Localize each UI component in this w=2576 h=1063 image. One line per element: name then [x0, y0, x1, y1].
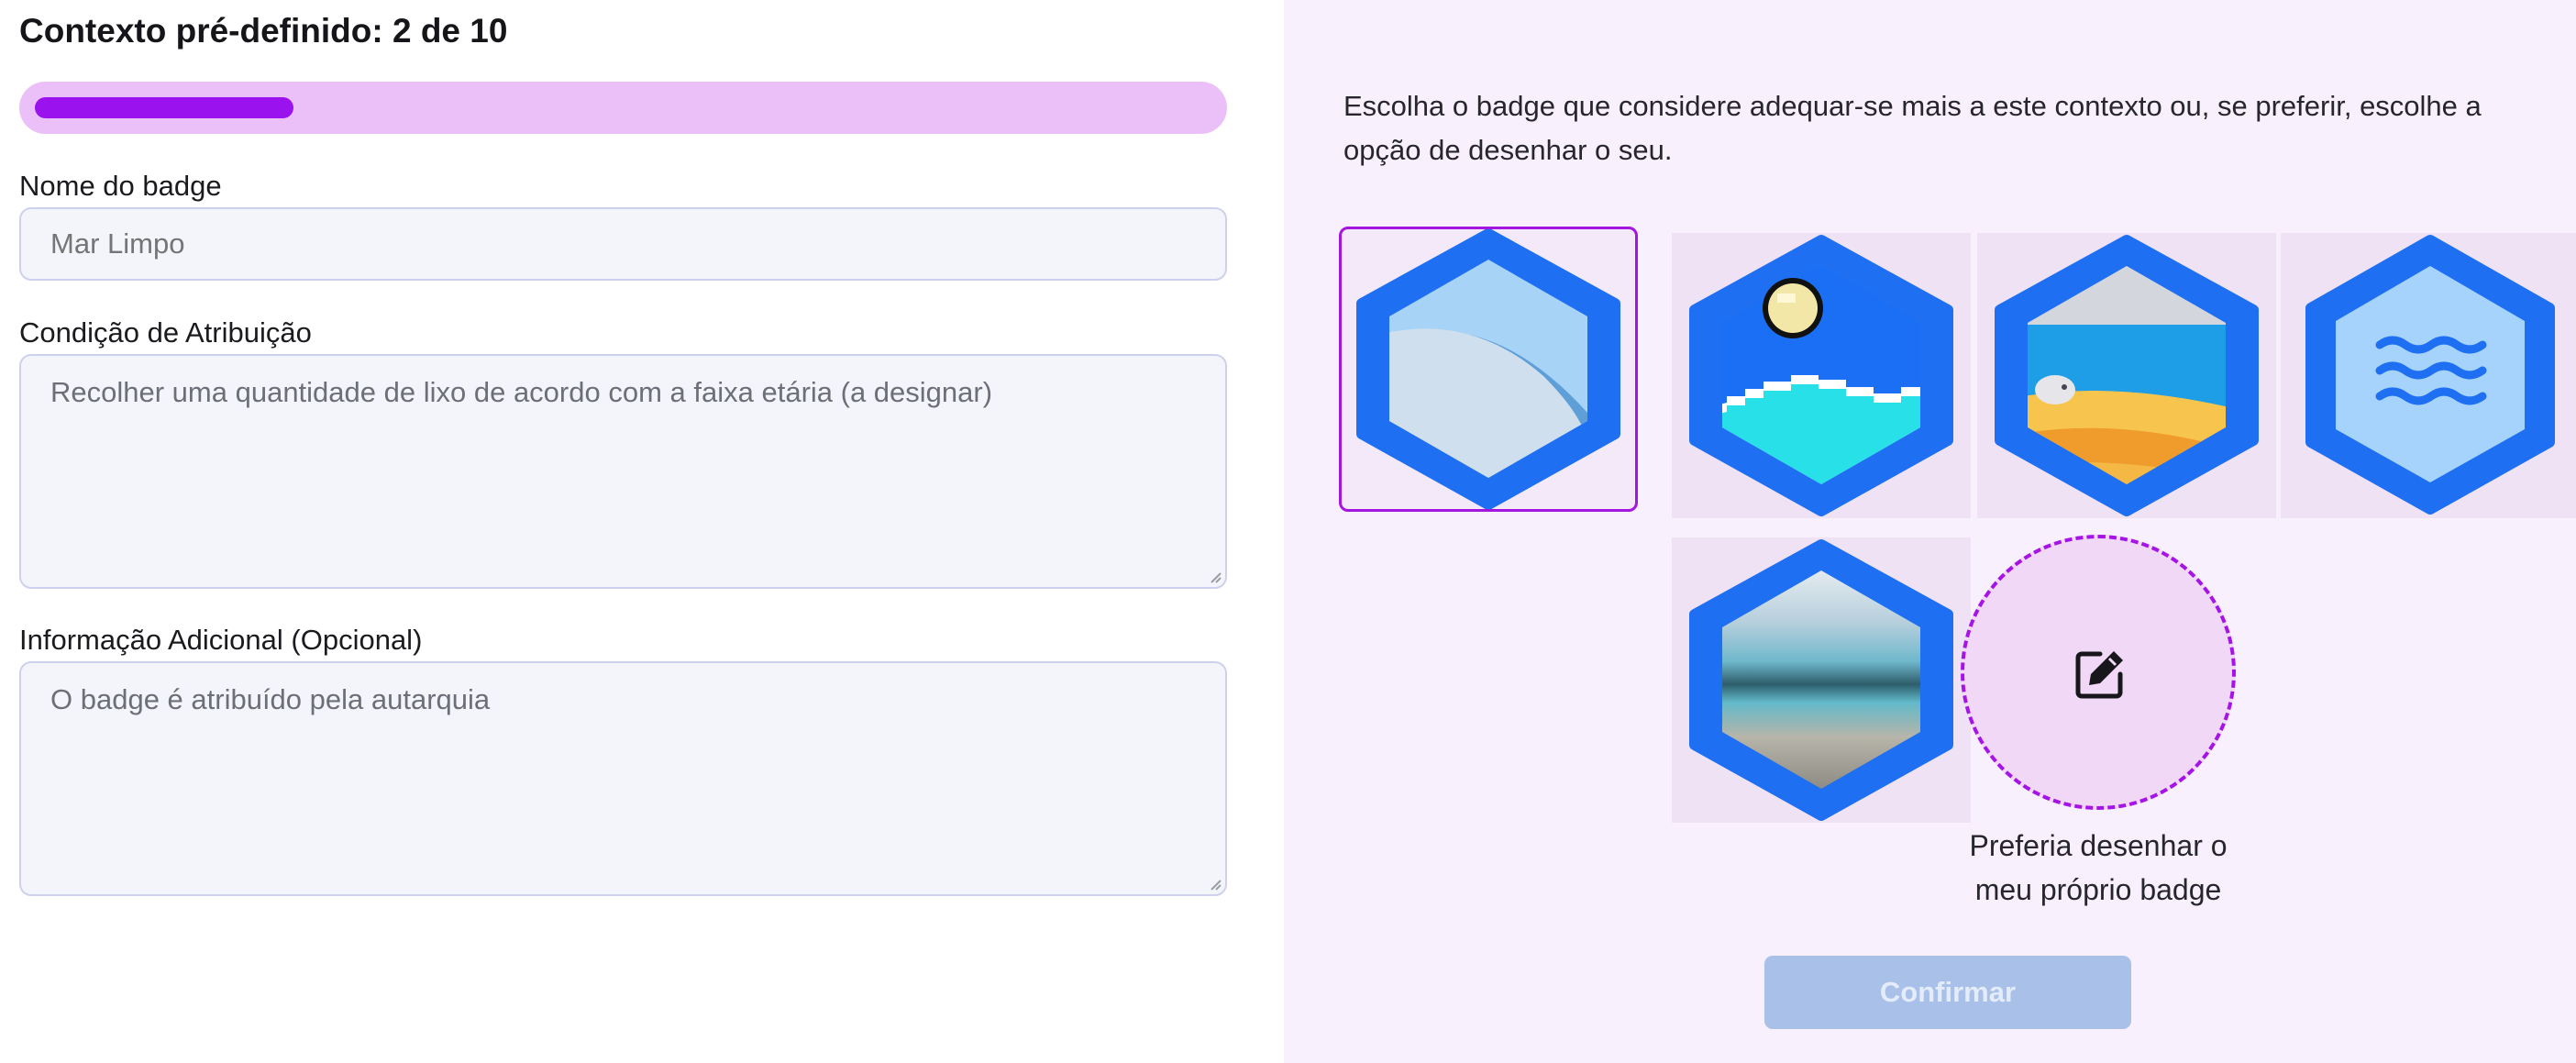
draw-own-caption: Preferia desenhar o meu próprio badge: [1926, 824, 2271, 912]
additional-info-textarea[interactable]: O badge é atribuído pela autarquia: [19, 661, 1227, 896]
badge-option-2[interactable]: [1672, 233, 1971, 518]
wave-curve-badge-icon: [1356, 229, 1620, 509]
condition-textarea[interactable]: Recolher uma quantidade de lixo de acord…: [19, 354, 1227, 589]
pixel-sun-sea-badge-icon: [1689, 235, 1953, 516]
badge-name-label: Nome do badge: [19, 170, 222, 202]
badge-name-input[interactable]: [19, 207, 1227, 281]
draw-own-badge-button[interactable]: [1961, 535, 2236, 810]
confirm-button[interactable]: Confirmar: [1764, 956, 2131, 1029]
water-waves-badge-icon: [2305, 235, 2555, 515]
additional-info-placeholder: O badge é atribuído pela autarquia: [50, 683, 491, 715]
blurred-beach-badge-icon: [1689, 539, 1953, 821]
progress-bar-fill: [35, 97, 293, 118]
resize-handle-icon[interactable]: [1207, 569, 1222, 583]
badge-option-5[interactable]: [1672, 537, 1971, 823]
beach-fish-badge-icon: [1995, 235, 2259, 516]
draw-own-caption-line2: meu próprio badge: [1974, 873, 2222, 906]
edit-icon: [2075, 651, 2123, 699]
condition-placeholder: Recolher uma quantidade de lixo de acord…: [50, 376, 993, 408]
additional-info-label: Informação Adicional (Opcional): [19, 624, 423, 656]
progress-bar: [19, 82, 1227, 134]
condition-label: Condição de Atribuição: [19, 316, 312, 349]
badge-option-3[interactable]: [1977, 233, 2276, 518]
draw-own-caption-line1: Preferia desenhar o: [1969, 829, 2228, 862]
badge-instructions: Escolha o badge que considere adequar-se…: [1343, 90, 2482, 166]
badge-option-4[interactable]: [2281, 233, 2576, 518]
badge-form-panel: Contexto pré-definido: 2 de 10 Nome do b…: [0, 0, 1284, 1063]
page-title: Contexto pré-definido: 2 de 10: [19, 12, 508, 50]
badge-picker-panel: Escolha o badge que considere adequar-se…: [1284, 0, 2576, 1063]
resize-handle-icon[interactable]: [1207, 876, 1222, 891]
badge-option-1[interactable]: [1339, 227, 1638, 512]
